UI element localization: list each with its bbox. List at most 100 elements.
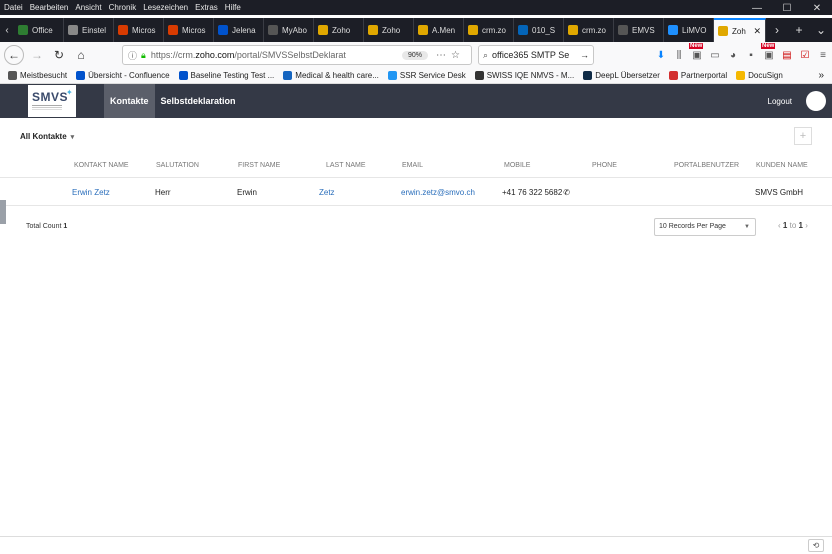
menu-datei[interactable]: Datei	[4, 3, 23, 12]
menu-chronik[interactable]: Chronik	[109, 3, 137, 12]
cell-salutation: Herr	[155, 188, 171, 197]
tab-favicon-icon	[418, 25, 428, 35]
maximize-button[interactable]: ☐	[772, 0, 802, 18]
extension-icon[interactable]: ▪	[742, 50, 760, 61]
close-tab-icon[interactable]: ✕	[753, 26, 761, 37]
browser-tab[interactable]: Jelena	[214, 18, 264, 42]
back-button[interactable]: ←	[4, 45, 24, 65]
bookmark-item[interactable]: Meistbesucht	[8, 71, 67, 80]
cell-mobile[interactable]: +41 76 322 5682	[502, 188, 562, 197]
forward-button[interactable]: →	[26, 44, 48, 66]
browser-tab[interactable]: EMVS	[614, 18, 664, 42]
col-portalbenutzer[interactable]: PORTALBENUTZER	[674, 162, 739, 169]
bookmark-item[interactable]: Baseline Testing Test ...	[178, 71, 274, 80]
browser-tab[interactable]: Einstel	[64, 18, 114, 42]
browser-tab[interactable]: Micros	[114, 18, 164, 42]
cell-email[interactable]: erwin.zetz@smvo.ch	[401, 188, 475, 197]
home-button[interactable]: ⌂	[70, 44, 92, 66]
browser-tab[interactable]: LiMVO	[664, 18, 714, 42]
browser-tab[interactable]: Micros	[164, 18, 214, 42]
menu-ansicht[interactable]: Ansicht	[75, 3, 101, 12]
browser-tab[interactable]: A.Men	[414, 18, 464, 42]
phone-icon[interactable]: ✆	[563, 188, 570, 197]
tab-label: Office	[32, 25, 53, 35]
bookmark-item[interactable]: Partnerportal	[668, 71, 727, 80]
view-selector[interactable]: All Kontakte ▾	[20, 132, 74, 141]
col-kontakt-name[interactable]: KONTAKT NAME	[74, 162, 129, 169]
browser-tab[interactable]: Office	[14, 18, 64, 42]
history-icon[interactable]: ⟲	[808, 539, 824, 552]
bookmark-favicon-icon	[583, 71, 593, 80]
menu-hilfe[interactable]: Hilfe	[225, 3, 241, 12]
bookmark-item[interactable]: SSR Service Desk	[387, 71, 466, 80]
extension-new-icon[interactable]: New ▣	[688, 42, 706, 61]
bookmark-item[interactable]: SWISS IQE NMVS - M...	[474, 71, 574, 80]
browser-tab[interactable]: MyAbo	[264, 18, 314, 42]
add-contact-button[interactable]: +	[794, 127, 812, 145]
logout-link[interactable]: Logout	[768, 97, 792, 106]
pdf-icon[interactable]: ▤	[778, 50, 796, 61]
prev-page-icon[interactable]: ‹	[778, 221, 781, 230]
tab-scroll-right-icon[interactable]: ›	[766, 23, 788, 37]
col-last-name[interactable]: LAST NAME	[326, 162, 366, 169]
url-bar[interactable]: ⓘ 🔒︎ https://crm. zoho.com/portal/SMVSSel…	[122, 45, 472, 65]
browser-tab[interactable]: Zoho	[364, 18, 414, 42]
reload-button[interactable]: ↻	[48, 44, 70, 66]
menu-extras[interactable]: Extras	[195, 3, 218, 12]
search-input[interactable]: ⌕ office365 SMTP Se →	[478, 45, 594, 65]
bookmarks-overflow-icon[interactable]: »	[818, 70, 824, 81]
avatar[interactable]	[806, 91, 826, 111]
smvs-logo[interactable]: SMVS ✦	[28, 85, 76, 117]
bookmark-item[interactable]: Medical & health care...	[283, 71, 379, 80]
browser-tab[interactable]: Zoho	[314, 18, 364, 42]
page-actions-icon[interactable]: ⋯☆	[436, 50, 465, 61]
browser-tab[interactable]: Zoh ✕	[714, 18, 766, 42]
view-name: All Kontakte	[20, 132, 67, 141]
library-icon[interactable]: ⫼	[670, 50, 688, 61]
menu-lesezeichen[interactable]: Lesezeichen	[143, 3, 188, 12]
tab-list-icon[interactable]: ⌄	[810, 23, 832, 37]
bookmark-item[interactable]: DocuSign	[736, 71, 783, 80]
bookmark-item[interactable]: DeepL Übersetzer	[583, 71, 660, 80]
side-panel-handle[interactable]	[0, 200, 6, 224]
logo-star-icon: ✦	[66, 88, 73, 97]
browser-tab[interactable]: crm.zo	[564, 18, 614, 42]
cell-kontakt-name[interactable]: Erwin Zetz	[72, 188, 110, 197]
col-phone[interactable]: PHONE	[592, 162, 617, 169]
checkbox-extension-icon[interactable]: ☑	[796, 50, 814, 61]
minimize-button[interactable]: —	[742, 0, 772, 18]
new-tab-button[interactable]: +	[788, 23, 810, 37]
table-header: KONTAKT NAME SALUTATION FIRST NAME LAST …	[0, 154, 832, 178]
page-info-icon[interactable]: ⓘ	[128, 49, 137, 62]
col-first-name[interactable]: FIRST NAME	[238, 162, 280, 169]
browser-tab[interactable]: crm.zo	[464, 18, 514, 42]
records-per-page-select[interactable]: 10 Records Per Page ▼	[654, 218, 756, 236]
download-icon[interactable]: ⬇	[652, 50, 670, 61]
bookmark-label: DeepL Übersetzer	[595, 71, 660, 80]
search-go-icon[interactable]: →	[580, 50, 589, 60]
bookmark-label: DocuSign	[748, 71, 783, 80]
tab-favicon-icon	[568, 25, 578, 35]
color-extension-icon[interactable]: ◕	[724, 50, 742, 61]
bookmark-item[interactable]: Übersicht - Confluence	[76, 71, 170, 80]
tab-favicon-icon	[618, 25, 628, 35]
table-row[interactable]: Erwin Zetz Herr Erwin Zetz erwin.zetz@sm…	[0, 178, 832, 206]
extension-new2-icon[interactable]: New ▣	[760, 42, 778, 61]
reader-icon[interactable]: ▭	[706, 50, 724, 61]
col-mobile[interactable]: MOBILE	[504, 162, 530, 169]
next-page-icon[interactable]: ›	[805, 221, 808, 230]
tab-scroll-left-icon[interactable]: ‹	[0, 25, 14, 36]
chevron-down-icon: ▼	[744, 224, 750, 230]
zoom-indicator[interactable]: 90%	[402, 50, 429, 60]
menu-bearbeiten[interactable]: Bearbeiten	[30, 3, 69, 12]
col-email[interactable]: EMAIL	[402, 162, 423, 169]
tab-kontakte[interactable]: Kontakte	[104, 84, 155, 118]
cell-last-name[interactable]: Zetz	[319, 188, 335, 197]
col-kunden-name[interactable]: KUNDEN NAME	[756, 162, 808, 169]
menu-icon[interactable]: ≡	[814, 50, 832, 61]
bookmark-favicon-icon	[283, 71, 293, 80]
col-salutation[interactable]: SALUTATION	[156, 162, 199, 169]
close-window-button[interactable]: ✕	[802, 0, 832, 18]
tab-selbstdeklaration[interactable]: Selbstdeklaration	[155, 84, 242, 118]
browser-tab[interactable]: 010_S	[514, 18, 564, 42]
